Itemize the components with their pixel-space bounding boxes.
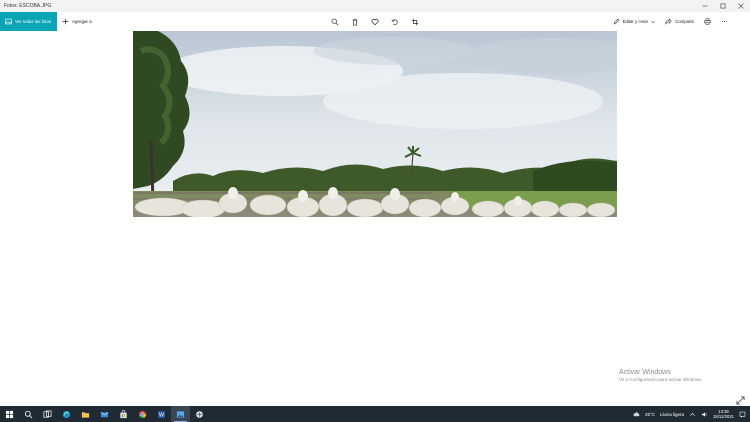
chrome-icon [138,410,147,418]
search-icon [24,410,33,418]
store-icon [120,409,127,418]
rotate-button[interactable] [390,17,399,26]
task-view-button[interactable] [38,406,57,422]
chevron-down-icon [651,20,655,23]
fullscreen-button[interactable] [736,392,745,405]
share-button[interactable]: Compartir [665,18,694,25]
add-to-label: Agregar a [72,19,92,24]
window-title: Fotos: ESCOBA.JPG [4,3,52,9]
title-bar: Fotos: ESCOBA.JPG [0,0,750,12]
task-view-icon [43,410,52,418]
maximize-button[interactable] [714,0,732,12]
system-tray: 25°C Lluvia ligera 13:39 15/12/2021 [633,406,750,422]
edge-icon [62,410,71,418]
clock[interactable]: 13:39 15/12/2021 [713,409,734,419]
app-icon [196,410,203,418]
photos-icon [5,18,12,25]
taskbar-file-explorer[interactable] [76,406,95,422]
folder-icon [81,411,90,418]
minimize-icon [702,5,708,7]
taskbar-word[interactable]: W [152,406,171,422]
maximize-icon [720,3,726,9]
weather-desc[interactable]: Lluvia ligera [660,412,684,417]
photo-viewer[interactable] [133,31,617,217]
share-label: Compartir [675,19,694,24]
activation-watermark: Activar Windows Ve a Configuración para … [619,369,703,382]
more-options-button[interactable] [721,18,728,25]
close-button[interactable] [732,0,750,12]
weather-temp: 25°C [644,411,656,417]
taskbar-edge[interactable] [57,406,76,422]
close-icon [738,3,744,9]
cattle-photo [133,31,617,217]
edit-create-label: Editar y crear [622,19,649,24]
taskbar-mail[interactable] [95,406,114,422]
delete-button[interactable] [350,17,359,26]
share-icon [665,18,672,25]
heart-icon [371,18,378,25]
minimize-button[interactable] [696,0,714,12]
trash-icon [352,18,357,26]
taskbar-app-extra[interactable] [190,406,209,422]
edit-create-button[interactable]: Editar y crear [613,18,656,25]
see-all-photos-label: Ver todas las fotos [15,19,52,24]
favorite-button[interactable] [370,17,379,26]
photos-app-icon [176,410,185,418]
more-icon [721,21,728,22]
word-icon: W [157,410,166,418]
expand-icon [736,396,745,405]
taskbar: W 25°C Lluvia ligera 13:39 15/12/2021 [0,406,750,422]
windows-icon [5,410,14,418]
mail-icon [100,411,109,417]
start-button[interactable] [0,406,19,422]
plus-icon [62,18,69,25]
search-button[interactable] [19,406,38,422]
notifications-icon[interactable] [739,411,746,418]
taskbar-photos[interactable] [171,406,190,422]
taskbar-chrome[interactable] [133,406,152,422]
edit-icon [613,18,619,25]
taskbar-store[interactable] [114,406,133,422]
chevron-up-icon[interactable] [689,411,696,418]
rotate-icon [391,18,398,25]
weather-icon [633,411,640,416]
activation-title: Activar Windows [619,369,671,376]
printer-icon [704,18,711,25]
app-toolbar: Ver todas las fotos Agregar a Editar y c… [0,12,750,31]
print-button[interactable] [704,18,711,25]
volume-icon[interactable] [701,411,708,418]
add-to-button[interactable]: Agregar a [62,18,92,25]
zoom-icon [331,18,338,25]
see-all-photos-button[interactable]: Ver todas las fotos [0,12,57,31]
crop-button[interactable] [410,17,419,26]
activation-subtitle: Ve a Configuración para activar Windows. [619,377,703,382]
crop-icon [411,18,418,25]
clock-date: 15/12/2021 [713,414,734,419]
zoom-button[interactable] [330,17,339,26]
